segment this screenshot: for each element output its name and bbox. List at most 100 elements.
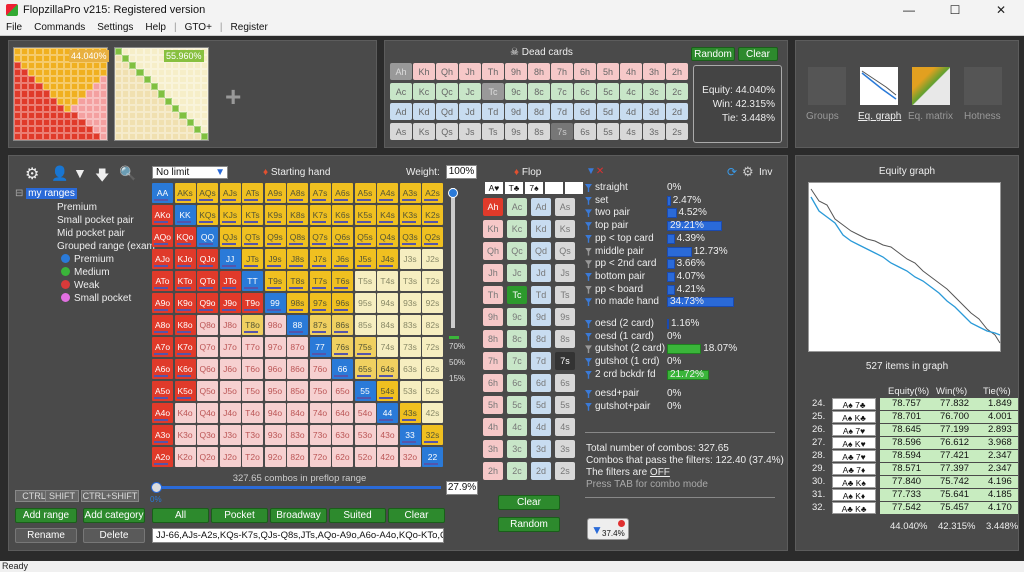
hand-cell[interactable]: QTs <box>242 227 263 247</box>
hand-cell[interactable]: 75o <box>309 381 331 401</box>
flop-card-option[interactable]: 9d <box>531 308 551 326</box>
hand-cell[interactable]: 97s <box>309 293 331 313</box>
dead-card[interactable]: Qs <box>436 123 458 140</box>
flop-card-option[interactable]: Qc <box>507 242 527 260</box>
hand-cell[interactable]: 72s <box>422 337 443 357</box>
hand-cell[interactable]: 62o <box>332 447 353 467</box>
dead-card[interactable]: Td <box>482 103 504 120</box>
hand-cell[interactable]: K3o <box>174 425 196 445</box>
tree-item-mid-pocket-pair[interactable]: Mid pocket pair <box>57 228 125 239</box>
hand-cell[interactable]: KJo <box>174 249 196 269</box>
menu-settings[interactable]: Settings <box>91 22 139 33</box>
hand-cell[interactable]: 93o <box>264 425 286 445</box>
hand-cell[interactable]: A4o <box>152 403 173 423</box>
hand-cell[interactable]: AQs <box>197 183 218 203</box>
hand-cell[interactable]: A6o <box>152 359 173 379</box>
flop-card-option[interactable]: 5h <box>483 396 503 414</box>
hand-cell[interactable]: J3o <box>219 425 241 445</box>
select-all-button[interactable]: All <box>152 508 209 523</box>
dead-card[interactable]: 9h <box>505 63 527 80</box>
flop-card-option[interactable]: Qd <box>531 242 551 260</box>
flop-clear-button[interactable]: Clear <box>498 495 560 510</box>
hand-cell[interactable]: 99 <box>264 293 286 313</box>
range-pct-slider-handle[interactable] <box>151 482 162 493</box>
hand-cell[interactable]: 92o <box>264 447 286 467</box>
hand-cell[interactable]: J9s <box>264 249 286 269</box>
filter-funnel-icon[interactable] <box>585 234 592 243</box>
hand-cell[interactable]: K2s <box>422 205 443 225</box>
filter-funnel-icon[interactable] <box>585 390 592 398</box>
table-row[interactable]: 28. A♣ 7♥ 78.594 77.421 2.347 <box>806 450 1018 462</box>
tab-groups[interactable]: Groups <box>806 111 839 122</box>
hand-cell[interactable]: 87o <box>287 337 308 357</box>
hand-cell[interactable]: Q9o <box>197 293 218 313</box>
hand-cell[interactable]: Q3o <box>197 425 218 445</box>
add-category-button[interactable]: Add category <box>83 508 145 523</box>
hand-cell[interactable]: AQo <box>152 227 173 247</box>
hand-cell[interactable]: T3o <box>242 425 263 445</box>
add-range-plus-icon[interactable]: + <box>225 81 241 113</box>
hand-cell[interactable]: 94s <box>377 293 398 313</box>
dead-card[interactable]: Qh <box>436 63 458 80</box>
hand-cell[interactable]: K9o <box>174 293 196 313</box>
hand-cell[interactable]: AJs <box>219 183 241 203</box>
flop-card-option[interactable]: Jc <box>507 264 527 282</box>
hand-cell[interactable]: A5s <box>354 183 376 203</box>
table-row[interactable]: 30. A♣ K♠ 77.840 75.742 4.196 <box>806 476 1018 488</box>
hand-cell[interactable]: 94o <box>264 403 286 423</box>
hand-cell[interactable]: 96o <box>264 359 286 379</box>
hand-cell[interactable]: 95o <box>264 381 286 401</box>
dead-card[interactable]: 4h <box>620 63 642 80</box>
filter-badge[interactable]: ▼ 37.4% <box>587 518 629 540</box>
hand-cell[interactable]: KTo <box>174 271 196 291</box>
flop-card-option[interactable]: 2s <box>555 462 575 480</box>
hand-cell[interactable]: 54o <box>354 403 376 423</box>
hand-cell[interactable]: 52o <box>354 447 376 467</box>
hand-cell[interactable]: 93s <box>399 293 421 313</box>
limit-select[interactable]: No limit ▼ <box>152 166 228 179</box>
tree-root[interactable]: my ranges <box>26 188 77 199</box>
hand-cell[interactable]: 84o <box>287 403 308 423</box>
hand-cell[interactable]: 75s <box>354 337 376 357</box>
flop-card-option[interactable]: 5s <box>555 396 575 414</box>
hand-cell[interactable]: JTo <box>219 271 241 291</box>
filter-funnel-icon[interactable] <box>585 196 592 205</box>
dead-card[interactable]: Th <box>482 63 504 80</box>
flop-card-option[interactable]: 5d <box>531 396 551 414</box>
hand-cell[interactable]: 85o <box>287 381 308 401</box>
hand-cell[interactable]: T2o <box>242 447 263 467</box>
flop-card-option[interactable]: As <box>555 198 575 216</box>
dead-random-button[interactable]: Random <box>691 47 735 61</box>
flop-card-option[interactable]: 7c <box>507 352 527 370</box>
select-pocket-button[interactable]: Pocket <box>211 508 268 523</box>
hand-cell[interactable]: 42s <box>422 403 443 423</box>
close-icon[interactable]: ✕ <box>978 0 1024 20</box>
hand-cell[interactable]: 63o <box>332 425 353 445</box>
hand-cell[interactable]: AJo <box>152 249 173 269</box>
weight-slider-track[interactable] <box>451 188 455 328</box>
dead-card[interactable]: 7s <box>551 123 573 140</box>
hand-cell[interactable]: KQs <box>197 205 218 225</box>
dead-card[interactable]: 2c <box>666 83 688 100</box>
flop-card-option[interactable]: Ah <box>483 198 503 216</box>
hand-cell[interactable]: 74s <box>377 337 398 357</box>
dead-card[interactable]: 3s <box>643 123 665 140</box>
flop-card-option[interactable]: 8h <box>483 330 503 348</box>
hand-cell[interactable]: ATo <box>152 271 173 291</box>
hand-cell[interactable]: Q8o <box>197 315 218 335</box>
hand-cell[interactable]: T9o <box>242 293 263 313</box>
hand-cell[interactable]: 98o <box>264 315 286 335</box>
filters-off-link[interactable]: OFF <box>650 467 670 478</box>
flop-card-option[interactable]: Kc <box>507 220 527 238</box>
tree-collapse-icon[interactable]: ⊟ <box>15 188 23 199</box>
dead-card[interactable]: 4s <box>620 123 642 140</box>
hand-cell[interactable]: 63s <box>399 359 421 379</box>
hand-cell[interactable]: T3s <box>399 271 421 291</box>
hand-cell[interactable]: 53o <box>354 425 376 445</box>
hand-cell[interactable]: J3s <box>399 249 421 269</box>
tree-item-small-pocket-pair[interactable]: Small pocket pair <box>57 215 134 226</box>
hand-cell[interactable]: 86s <box>332 315 353 335</box>
hand-cell[interactable]: J6s <box>332 249 353 269</box>
dead-card[interactable]: Qd <box>436 103 458 120</box>
dead-card[interactable]: Ac <box>390 83 412 100</box>
